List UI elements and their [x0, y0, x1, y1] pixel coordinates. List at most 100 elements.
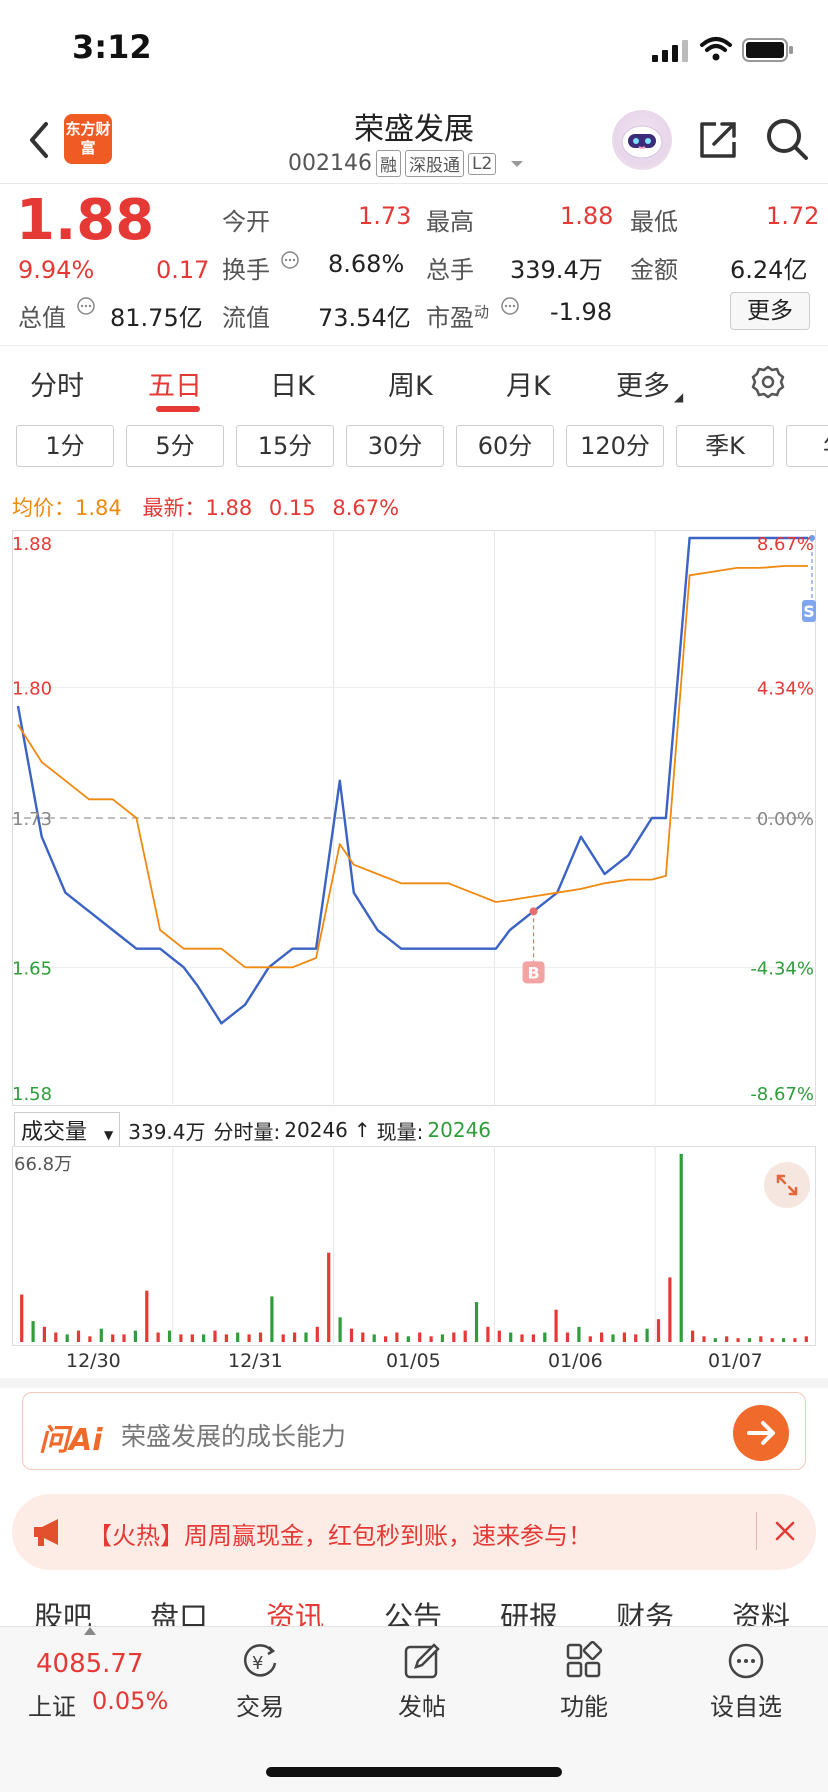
interval-15min[interactable]: 15分	[236, 425, 334, 467]
volume-bar	[702, 1336, 706, 1342]
volume-bar	[611, 1334, 615, 1342]
volume-bar	[372, 1334, 376, 1342]
volume-bar	[247, 1334, 251, 1342]
stock-meta[interactable]: 002146 融 深股通 L2	[288, 150, 526, 177]
stat-label-mktcap: 总值	[18, 304, 66, 332]
interval-30min[interactable]: 30分	[346, 425, 444, 467]
interval-120min[interactable]: 120分	[566, 425, 664, 467]
interval-5min[interactable]: 5分	[126, 425, 224, 467]
volume-bar	[20, 1294, 24, 1342]
promo-banner[interactable]: 【火热】周周赢现金，红包秒到账，速来参与！	[12, 1494, 816, 1570]
current-volume-label: 现量:	[376, 1119, 424, 1144]
minute-volume-value: 20246	[284, 1118, 348, 1142]
functions-button[interactable]: 功能	[524, 1641, 644, 1722]
ai-submit-button[interactable]	[733, 1405, 789, 1461]
dropdown-triangle-icon: ▼	[104, 1128, 114, 1142]
volume-bar	[224, 1334, 228, 1342]
volume-bar	[600, 1332, 604, 1342]
add-watchlist-button[interactable]: 设自选	[686, 1641, 806, 1722]
volume-bar	[691, 1330, 695, 1342]
info-icon[interactable]	[500, 296, 520, 316]
expand-icon[interactable]	[764, 1162, 810, 1208]
volume-bar	[133, 1330, 137, 1342]
volume-bar	[588, 1336, 592, 1342]
wifi-icon	[700, 37, 732, 61]
signal-icon	[652, 40, 688, 62]
volume-bar	[804, 1336, 808, 1342]
price-legend: 均价：1.84 最新：1.88 0.15 8.67%	[12, 492, 399, 522]
volume-bar	[645, 1328, 649, 1342]
volume-bar	[463, 1330, 467, 1342]
interval-year-k[interactable]: 年	[786, 425, 828, 467]
volume-bar	[554, 1309, 558, 1342]
stat-value-amount: 6.24亿	[730, 256, 808, 284]
volume-bar	[497, 1330, 501, 1342]
volume-chart[interactable]: 66.8万	[12, 1146, 816, 1346]
trade-button[interactable]: ¥ 交易	[200, 1641, 320, 1722]
search-icon[interactable]	[764, 116, 810, 162]
date-label: 12/31	[228, 1350, 283, 1372]
volume-bar	[76, 1330, 81, 1342]
stat-label-volume: 总手	[426, 256, 474, 284]
ai-question-input[interactable]: 问Ai 荣盛发展的成长能力	[22, 1392, 806, 1470]
tab-monthly-k[interactable]: 月K	[506, 364, 551, 403]
tab-more[interactable]: 更多 ◢	[616, 364, 683, 404]
stat-label-float: 流值	[222, 304, 270, 332]
volume-bar	[452, 1332, 456, 1342]
volume-bar	[99, 1328, 103, 1342]
volume-bar	[440, 1334, 444, 1342]
svg-text:¥: ¥	[252, 1653, 263, 1674]
stat-value-volume: 339.4万	[510, 256, 603, 284]
volume-bar	[293, 1332, 297, 1342]
indicator-select[interactable]: 成交量 ▼	[14, 1112, 121, 1148]
volume-total: 339.4万	[128, 1119, 206, 1144]
promo-separator	[756, 1512, 757, 1550]
stock-code: 002146	[288, 151, 372, 176]
tab-weekly-k[interactable]: 周K	[388, 364, 433, 403]
volume-bar	[793, 1338, 797, 1342]
volume-bar	[474, 1302, 479, 1342]
avg-label: 均价：	[12, 496, 75, 520]
post-button[interactable]: 发帖	[362, 1641, 482, 1722]
y-tick-label-left: 1.88	[12, 534, 52, 555]
date-label: 12/30	[66, 1350, 121, 1372]
index-value[interactable]: 4085.77	[36, 1649, 144, 1679]
ai-robot-avatar[interactable]	[612, 110, 672, 170]
tab-daily-k[interactable]: 日K	[270, 364, 315, 403]
up-arrow-icon: ↑	[353, 1118, 371, 1142]
five-day-price-chart[interactable]: B S 1.88 8.67% 1.80 4.34% 1.73 0.00% 1.65 -4.34%…	[12, 530, 816, 1106]
period-tabs: 分时 五日 日K 周K 月K 更多 ◢	[0, 345, 828, 415]
clock: 3:12	[72, 28, 152, 66]
current-volume-value: 20246	[427, 1118, 492, 1142]
volume-bar	[486, 1326, 490, 1342]
chevron-down-icon	[511, 160, 524, 167]
close-icon[interactable]	[770, 1516, 800, 1546]
stock-header: 东方财富 荣盛发展 002146 融 深股通 L2	[0, 100, 828, 184]
last-price: 1.88	[16, 188, 155, 253]
trade-label: 交易	[236, 1693, 284, 1721]
expand-up-icon[interactable]	[84, 1627, 96, 1635]
share-icon[interactable]	[696, 118, 740, 162]
change-pct: 9.94%	[18, 256, 95, 284]
volume-bar	[747, 1338, 752, 1342]
info-icon[interactable]	[76, 296, 96, 316]
interval-quarter-k[interactable]: 季K	[676, 425, 774, 467]
stat-value-pe: -1.98	[550, 298, 613, 326]
gear-icon[interactable]	[750, 364, 786, 400]
volume-bar	[315, 1326, 319, 1342]
volume-bar	[88, 1336, 92, 1342]
section-divider	[0, 1378, 828, 1388]
more-stats-button[interactable]: 更多	[730, 292, 810, 330]
info-icon[interactable]	[280, 250, 300, 270]
promo-text: 【火热】周周赢现金，红包秒到账，速来参与！	[88, 1522, 592, 1550]
volume-bar	[418, 1332, 422, 1342]
add-watchlist-label: 设自选	[710, 1693, 782, 1721]
volume-bar	[429, 1336, 433, 1342]
interval-60min[interactable]: 60分	[456, 425, 554, 467]
arrow-right-icon	[747, 1421, 775, 1445]
interval-1min[interactable]: 1分	[16, 425, 114, 467]
tab-intraday[interactable]: 分时	[30, 364, 84, 403]
index-change: 0.05%	[92, 1687, 169, 1715]
tab-five-day[interactable]: 五日	[148, 364, 202, 403]
bottom-toolbar: 4085.77 上证 0.05% ¥ 交易 发帖 功能 设自选	[0, 1626, 828, 1792]
